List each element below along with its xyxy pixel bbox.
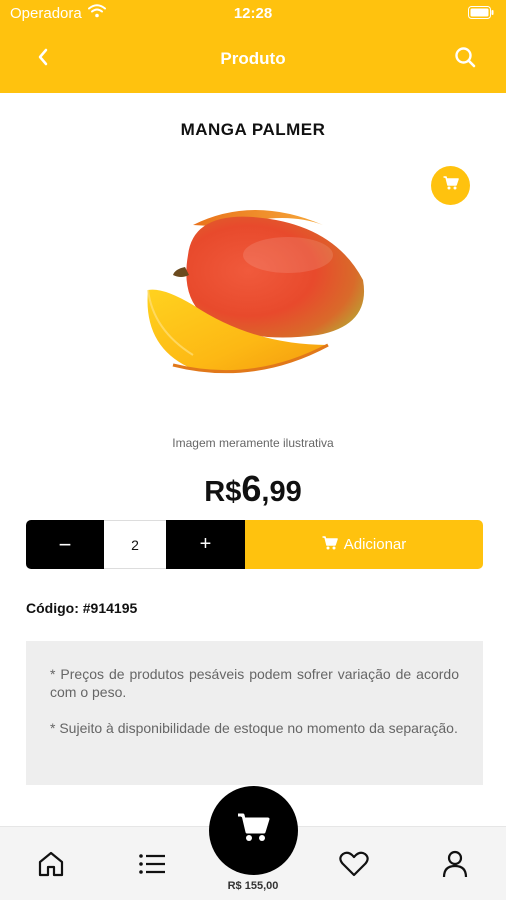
page-title: Produto	[220, 49, 286, 68]
image-caption: Imagem meramente ilustrativa	[172, 436, 334, 450]
tab-favorites[interactable]	[337, 849, 371, 883]
product-code: Código: #914195	[26, 600, 138, 616]
price-currency: R$	[204, 476, 242, 508]
notice-box: * Preços de produtos pesáveis podem sofr…	[26, 641, 483, 785]
cart-total: R$ 155,00	[227, 880, 279, 892]
add-to-cart-button[interactable]: Adicionar	[245, 520, 483, 569]
home-icon	[37, 850, 65, 883]
product-price: R$6,99	[0, 468, 506, 510]
add-to-cart-label: Adicionar	[343, 536, 407, 553]
cart-icon	[443, 176, 459, 195]
search-button[interactable]	[450, 44, 480, 74]
quantity-stepper: − 2 + Adicionar	[26, 520, 483, 569]
user-icon	[442, 850, 468, 883]
tab-profile[interactable]	[438, 849, 472, 883]
notice-weight: * Preços de produtos pesáveis podem sofr…	[50, 666, 459, 700]
product-image	[133, 195, 373, 385]
notice-stock: * Sujeito à disponibilidade de estoque n…	[50, 720, 458, 736]
quick-cart-button[interactable]	[431, 166, 470, 205]
price-integer: 6	[241, 468, 262, 509]
tab-list[interactable]	[135, 849, 169, 883]
cart-icon	[322, 535, 344, 554]
cart-button[interactable]	[209, 786, 298, 875]
product-name: MANGA PALMER	[180, 120, 326, 139]
search-icon	[454, 46, 476, 73]
price-decimal: ,99	[261, 476, 302, 508]
cart-icon	[237, 813, 271, 848]
decrease-quantity-button[interactable]: −	[26, 520, 104, 569]
list-icon	[138, 852, 166, 881]
nav-bar: Produto	[0, 26, 506, 93]
quantity-value[interactable]: 2	[104, 520, 166, 569]
clock: 12:28	[233, 5, 273, 22]
status-bar: Operadora 12:28	[0, 0, 506, 26]
increase-quantity-button[interactable]: +	[166, 520, 245, 569]
battery-icon	[468, 6, 494, 24]
tab-home[interactable]	[34, 849, 68, 883]
heart-icon	[339, 851, 369, 882]
